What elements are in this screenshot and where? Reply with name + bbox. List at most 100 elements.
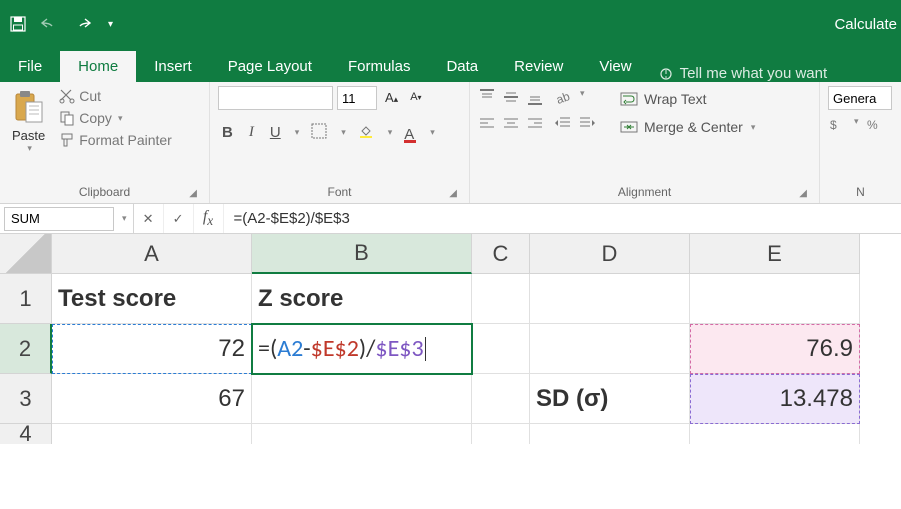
paste-button[interactable]: Paste ▾ xyxy=(8,86,49,158)
insert-function-button[interactable]: fx xyxy=(194,204,224,233)
increase-font-icon[interactable]: A▴ xyxy=(381,88,402,107)
group-font: A▴ A▾ B I U▾ ▾ ▾ A▾ Font ◢ xyxy=(210,82,470,203)
borders-button[interactable] xyxy=(307,121,331,145)
cell-a2[interactable]: 72 xyxy=(52,324,252,374)
formula-input[interactable]: =(A2-$E$2)/$E$3 xyxy=(224,204,901,233)
save-icon[interactable] xyxy=(10,16,26,32)
cell-c4[interactable] xyxy=(472,424,530,444)
cell-a4[interactable] xyxy=(52,424,252,444)
increase-indent-icon[interactable] xyxy=(578,115,596,136)
tab-file[interactable]: File xyxy=(0,51,60,82)
merge-icon xyxy=(620,118,638,136)
wrap-text-button[interactable]: Wrap Text xyxy=(616,88,759,110)
font-name-select[interactable] xyxy=(218,86,333,110)
align-center-icon[interactable] xyxy=(502,115,520,136)
row-header-2[interactable]: 2 xyxy=(0,324,52,374)
cell-e1[interactable] xyxy=(690,274,860,324)
bucket-icon xyxy=(358,123,374,139)
cell-b2[interactable]: =(A2-$E$2)/$E$3 xyxy=(252,324,472,374)
column-header-b[interactable]: B xyxy=(252,234,472,274)
column-header-c[interactable]: C xyxy=(472,234,530,274)
paintbrush-icon xyxy=(59,132,75,148)
underline-button[interactable]: U xyxy=(266,122,285,143)
align-right-icon[interactable] xyxy=(526,115,544,136)
tab-data[interactable]: Data xyxy=(428,51,496,82)
cell-b4[interactable] xyxy=(252,424,472,444)
decrease-font-icon[interactable]: A▾ xyxy=(406,89,425,105)
cell-c2[interactable] xyxy=(472,324,530,374)
wrap-text-icon xyxy=(620,90,638,108)
ribbon-panel: Paste ▾ Cut Copy ▾ Format Painter xyxy=(0,82,901,204)
chevron-down-icon: ▾ xyxy=(118,113,123,124)
cell-e3[interactable]: 13.478 xyxy=(690,374,860,424)
cancel-formula-button[interactable]: ✕ xyxy=(134,204,164,233)
redo-icon[interactable] xyxy=(74,16,94,32)
tab-home[interactable]: Home xyxy=(60,51,136,82)
cut-button[interactable]: Cut xyxy=(55,86,176,106)
orientation-icon[interactable]: ab xyxy=(554,88,572,109)
fill-color-button[interactable] xyxy=(354,121,378,145)
cell-b1[interactable]: Z score xyxy=(252,274,472,324)
dialog-launcher-icon[interactable]: ◢ xyxy=(799,188,807,199)
accept-formula-button[interactable]: ✓ xyxy=(164,204,194,233)
group-label-font: Font ◢ xyxy=(218,185,461,203)
title-bar: ▾ Calculate xyxy=(0,0,901,48)
column-header-e[interactable]: E xyxy=(690,234,860,274)
tab-page-layout[interactable]: Page Layout xyxy=(210,51,330,82)
bold-button[interactable]: B xyxy=(218,122,237,143)
format-painter-button[interactable]: Format Painter xyxy=(55,130,176,150)
align-bottom-icon[interactable] xyxy=(526,88,544,109)
dialog-launcher-icon[interactable]: ◢ xyxy=(189,188,197,199)
italic-button[interactable]: I xyxy=(245,122,258,143)
row-header-3[interactable]: 3 xyxy=(0,374,52,424)
merge-center-button[interactable]: Merge & Center ▾ xyxy=(616,116,759,138)
row-header-4[interactable]: 4 xyxy=(0,424,52,444)
percent-format-icon[interactable]: % xyxy=(865,116,883,137)
align-middle-icon[interactable] xyxy=(502,88,520,109)
dialog-launcher-icon[interactable]: ◢ xyxy=(449,188,457,199)
border-icon xyxy=(311,123,327,139)
font-color-button[interactable]: A xyxy=(400,120,420,145)
select-all-corner[interactable] xyxy=(0,234,52,274)
align-top-icon[interactable] xyxy=(478,88,496,109)
clipboard-icon xyxy=(14,90,44,124)
cell-d3[interactable]: SD (σ) xyxy=(530,374,690,424)
tab-insert[interactable]: Insert xyxy=(136,51,210,82)
font-size-select[interactable] xyxy=(337,86,377,110)
tell-me-label: Tell me what you want xyxy=(680,65,828,82)
decrease-indent-icon[interactable] xyxy=(554,115,572,136)
cell-d1[interactable] xyxy=(530,274,690,324)
title-status: Calculate xyxy=(834,16,897,33)
column-header-a[interactable]: A xyxy=(52,234,252,274)
cell-d4[interactable] xyxy=(530,424,690,444)
tab-formulas[interactable]: Formulas xyxy=(330,51,429,82)
scissors-icon xyxy=(59,88,75,104)
name-box[interactable] xyxy=(4,207,114,231)
accounting-format-icon[interactable]: $ xyxy=(828,116,846,137)
cell-d2[interactable] xyxy=(530,324,690,374)
qat-dropdown-icon[interactable]: ▾ xyxy=(108,19,113,30)
copy-button[interactable]: Copy ▾ xyxy=(55,108,176,128)
row-header-1[interactable]: 1 xyxy=(0,274,52,324)
chevron-down-icon: ▾ xyxy=(27,143,32,154)
cell-b3[interactable] xyxy=(252,374,472,424)
quick-access-toolbar: ▾ xyxy=(10,16,113,32)
cell-c3[interactable] xyxy=(472,374,530,424)
tab-review[interactable]: Review xyxy=(496,51,581,82)
cell-e4[interactable] xyxy=(690,424,860,444)
cell-c1[interactable] xyxy=(472,274,530,324)
cell-e2[interactable]: 76.9 xyxy=(690,324,860,374)
number-format-select[interactable] xyxy=(828,86,892,110)
paste-label: Paste xyxy=(12,128,45,143)
column-header-d[interactable]: D xyxy=(530,234,690,274)
tell-me-search[interactable]: Tell me what you want xyxy=(658,65,828,82)
svg-text:$: $ xyxy=(830,118,837,132)
group-label-number: N xyxy=(828,185,893,203)
cell-a3[interactable]: 67 xyxy=(52,374,252,424)
undo-icon[interactable] xyxy=(40,16,60,32)
chevron-down-icon[interactable]: ▾ xyxy=(122,213,127,224)
tab-view[interactable]: View xyxy=(581,51,649,82)
chevron-down-icon: ▾ xyxy=(751,122,756,133)
align-left-icon[interactable] xyxy=(478,115,496,136)
cell-a1[interactable]: Test score xyxy=(52,274,252,324)
